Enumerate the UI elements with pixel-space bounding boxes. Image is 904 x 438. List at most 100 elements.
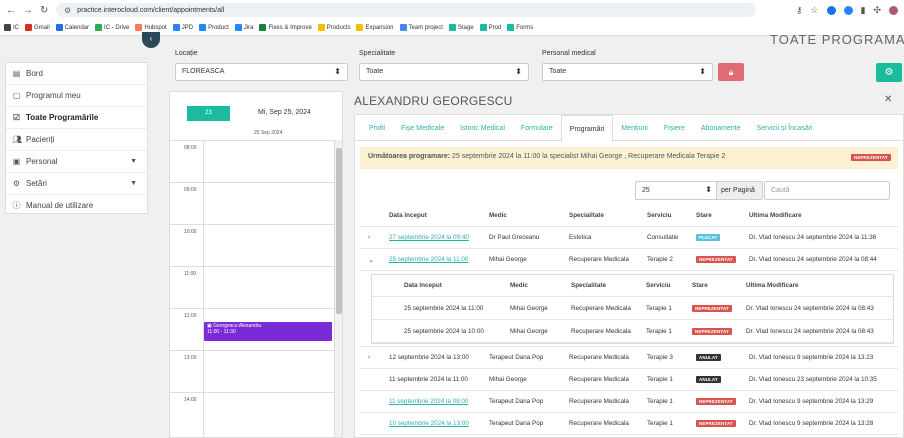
expand-row-icon[interactable]: ⌄ xyxy=(368,249,374,270)
column-header[interactable]: Serviciu xyxy=(647,205,672,226)
browser-toolbar: ← → ↻ ⚙ practice.interocloud.com/client/… xyxy=(0,0,904,20)
calendar-date-button[interactable]: 23 xyxy=(187,106,230,121)
star-icon[interactable]: ☆ xyxy=(810,5,818,16)
sidebar-item-3[interactable]: ☑ Toate Programările xyxy=(6,107,147,129)
bookmark-item[interactable]: Expansion xyxy=(356,24,394,31)
column-header[interactable]: Ultima Modificare xyxy=(749,205,801,226)
status-badge: ANULAT xyxy=(696,354,721,361)
search-input[interactable]: Caută xyxy=(764,181,890,200)
calendar-scrollbar[interactable] xyxy=(334,140,342,437)
tab-4[interactable]: Formulare xyxy=(513,115,561,141)
close-icon[interactable]: ✕ xyxy=(884,94,892,105)
table-row[interactable]: 10 septembrie 2024 la 13:00 Terapeut Dana… xyxy=(360,413,898,435)
expand-row-icon[interactable]: › xyxy=(368,227,370,248)
alert-label: Următoarea programare: xyxy=(368,153,451,160)
patient-panel: Profil Fișe Medicale Istoric Medical Formul… xyxy=(354,114,904,438)
table-row[interactable]: 11 septembrie 2024 la 11:00 Mihai George R… xyxy=(360,369,898,391)
extension-icon[interactable] xyxy=(843,5,853,15)
bookmark-icon[interactable]: ▮ xyxy=(861,5,866,16)
reload-icon[interactable]: ↻ xyxy=(40,5,48,16)
site-info-icon[interactable]: ⚙ xyxy=(64,6,71,15)
appointment-last-modified: Dr. Vlad Ionescu 24 septembrie 2024 la 0… xyxy=(746,327,874,335)
tab-3[interactable]: Istoric Medical xyxy=(452,115,513,141)
column-header[interactable]: Medic xyxy=(489,205,507,226)
per-page-select[interactable]: 25 ⬍ per Pagină xyxy=(635,181,763,200)
scrollbar-thumb[interactable] xyxy=(336,148,342,314)
per-page-label: per Pagină xyxy=(716,182,762,199)
appointment-date[interactable]: 11 septembrie 2024 la 09:00 xyxy=(389,391,468,412)
column-header[interactable]: Specialitate xyxy=(571,275,606,296)
bookmark-item[interactable]: Calendar xyxy=(55,24,89,31)
column-header[interactable]: Data început xyxy=(404,275,442,296)
tab-8[interactable]: Abonamente xyxy=(693,115,749,141)
bookmark-item[interactable]: Stage xyxy=(448,24,474,31)
appointment-medic: Terapeut Dana Pop xyxy=(489,420,544,427)
column-header[interactable]: Stare xyxy=(692,275,708,296)
tab-6[interactable]: Mențiuni xyxy=(613,115,655,141)
sidebar-item-6[interactable]: ⚙ Setări ▼ xyxy=(6,173,147,195)
table-row[interactable]: 25 septembrie 2024 la 11:00 Mihai George R… xyxy=(372,297,893,320)
tab-9[interactable]: Servicii și Încasări xyxy=(749,115,821,141)
appointment-status: NEPREZENTAT xyxy=(692,297,732,319)
back-icon[interactable]: ← xyxy=(6,5,16,16)
column-header[interactable]: Medic xyxy=(510,275,528,296)
tab-1[interactable]: Profil xyxy=(361,115,393,141)
profile-avatar[interactable] xyxy=(889,5,898,15)
location-select[interactable]: FLOREASCA ⬍ xyxy=(175,63,348,81)
bookmark-item[interactable]: Prod xyxy=(479,24,501,31)
staff-select[interactable]: Toate ⬍ xyxy=(542,63,713,81)
table-header-row: Data început Medic Specialitate Serviciu Sta… xyxy=(372,275,893,297)
appointment-specialty: Recuperare Medicala xyxy=(571,304,631,312)
table-row[interactable]: 25 septembrie 2024 la 10:00 Mihai George R… xyxy=(372,320,893,343)
key-icon[interactable]: ⚷ xyxy=(796,5,803,16)
tab-5[interactable]: Programări xyxy=(560,115,614,142)
bookmarks-bar: IC Gmail Calendar IC - Drive Hubspot JPD Produ… xyxy=(0,20,904,36)
appointment-last-modified: Dr. Vlad Ionescu 24 septembrie 2024 la 1… xyxy=(749,234,877,241)
specialty-value: Toate xyxy=(366,68,384,75)
bookmark-item[interactable]: Team project xyxy=(399,24,443,31)
bookmark-item[interactable]: Gmail xyxy=(25,24,50,31)
bookmark-item[interactable]: IC - Drive xyxy=(95,24,129,31)
column-header[interactable]: Serviciu xyxy=(646,275,671,296)
bookmark-item[interactable]: IC xyxy=(4,24,19,31)
sidebar-item-5[interactable]: ▣ Personal ▼ xyxy=(6,151,147,173)
address-bar[interactable]: ⚙ practice.interocloud.com/client/appoin… xyxy=(56,3,756,17)
status-badge: NEPREZENTAT xyxy=(692,304,732,312)
specialty-select[interactable]: Toate ⬍ xyxy=(359,63,529,81)
bookmark-item[interactable]: Jira xyxy=(234,24,253,31)
column-header[interactable]: Data început xyxy=(389,205,427,226)
sidebar-item-1[interactable]: ▤ Bord xyxy=(6,63,147,85)
bookmark-item[interactable]: Hubspot xyxy=(135,24,167,31)
table-row[interactable]: › 12 septembrie 2024 la 13:00 Terapeut Dan… xyxy=(360,347,898,369)
bookmark-item[interactable]: Product xyxy=(199,24,229,31)
table-row[interactable]: 11 septembrie 2024 la 09:00 Terapeut Dana… xyxy=(360,391,898,413)
sidebar-item-label: Setări xyxy=(26,179,47,188)
appointment-date[interactable]: 27 septembrie 2024 la 09:40 xyxy=(389,227,469,248)
bookmark-item[interactable]: Fixes & Improve xyxy=(259,24,312,31)
dashboard-icon: ▤ xyxy=(12,69,21,78)
bookmark-item[interactable]: Forms xyxy=(507,24,533,31)
column-header[interactable]: Stare xyxy=(696,205,712,226)
menu-toggle-button[interactable]: ‹ xyxy=(142,32,160,48)
puzzle-icon[interactable]: ✣ xyxy=(873,5,881,16)
bookmark-item[interactable]: JPD xyxy=(172,24,193,31)
tab-7[interactable]: Fișiere xyxy=(656,115,693,141)
table-row[interactable]: ⌄ 25 septembrie 2024 la 11:00 Mihai George… xyxy=(360,249,898,271)
bookmark-item[interactable]: Products xyxy=(317,24,350,31)
sidebar-item-2[interactable]: ▢ Programul meu xyxy=(6,85,147,107)
sidebar-item-7[interactable]: ⓘ Manual de utilizare xyxy=(6,195,147,217)
column-header[interactable]: Specialitate xyxy=(569,205,604,226)
lock-button[interactable]: 🔒︎ xyxy=(718,63,744,81)
appointments-table: Data început Medic Specialitate Serviciu Sta… xyxy=(360,205,898,435)
appointment-date[interactable]: 10 septembrie 2024 la 13:00 xyxy=(389,413,469,434)
expand-row-icon[interactable]: › xyxy=(368,347,370,368)
sidebar-item-4[interactable]: 👥︎ Pacienți xyxy=(6,129,147,151)
settings-button[interactable]: ⚙ xyxy=(876,63,902,82)
column-header[interactable]: Ultima Modificare xyxy=(746,275,798,296)
table-row[interactable]: › 27 septembrie 2024 la 09:40 Dr Paul Grec… xyxy=(360,227,898,249)
appointment-date[interactable]: 25 septembrie 2024 la 11:00 xyxy=(389,249,468,270)
forward-icon[interactable]: → xyxy=(23,5,33,16)
tab-2[interactable]: Fișe Medicale xyxy=(393,115,452,141)
extension-icon[interactable] xyxy=(826,5,836,15)
calendar-event[interactable]: ▣ Georgescu Alexandru 11:00 - 11:30 xyxy=(204,322,332,341)
